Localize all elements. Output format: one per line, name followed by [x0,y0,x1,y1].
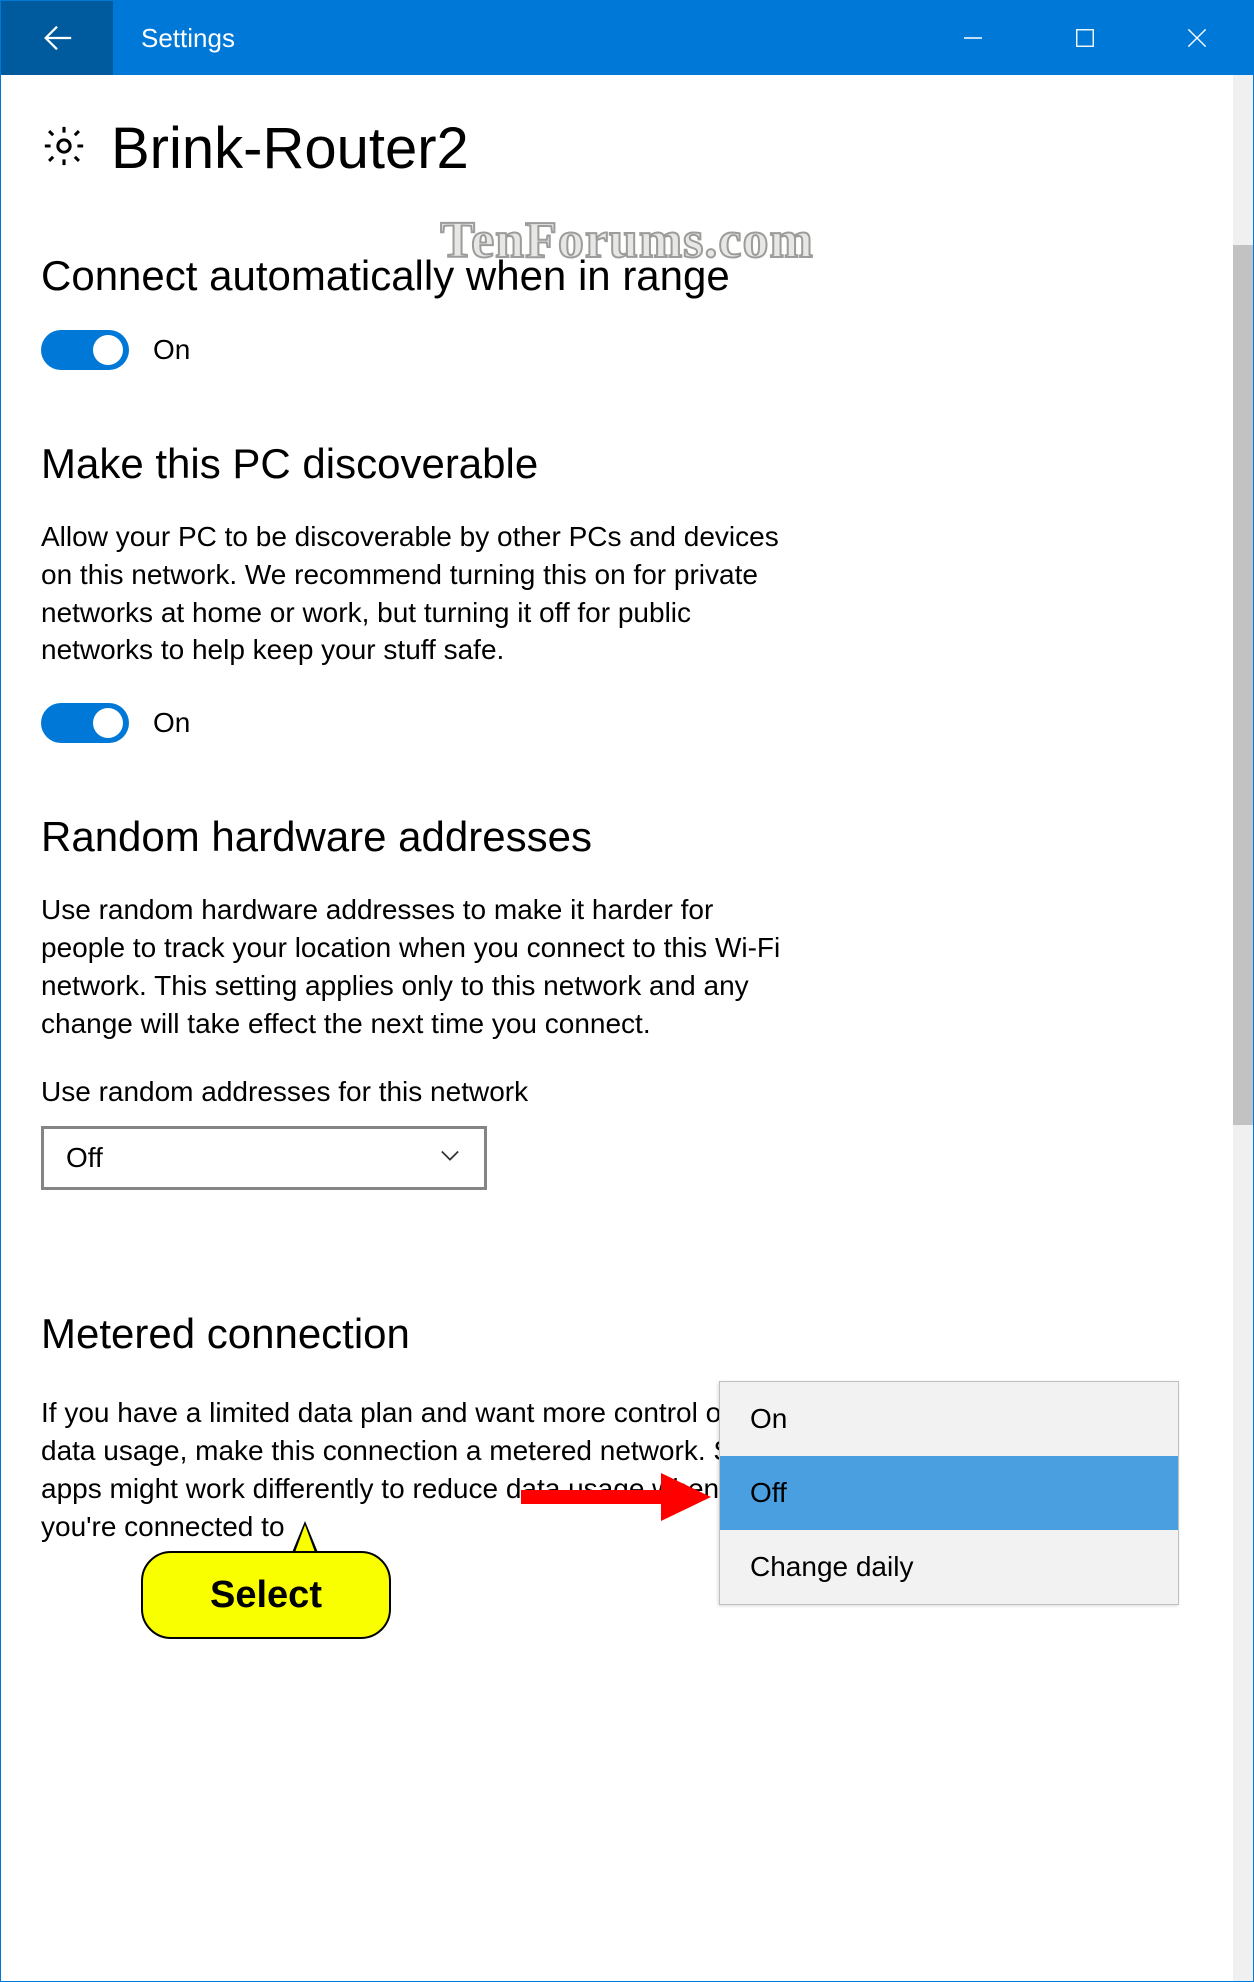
content-area: Brink-Router2 Connect automatically when… [1,75,1233,1981]
discoverable-toggle[interactable] [41,703,129,743]
window-title: Settings [113,1,917,75]
titlebar: Settings [1,1,1253,75]
section-random-hw: Random hardware addresses Use random har… [41,813,1199,1190]
random-hw-desc: Use random hardware addresses to make it… [41,891,801,1042]
connect-auto-toggle-label: On [153,334,190,366]
metered-desc: If you have a limited data plan and want… [41,1394,801,1545]
gear-icon [41,123,87,174]
close-button[interactable] [1141,1,1253,75]
section-discoverable: Make this PC discoverable Allow your PC … [41,440,1199,743]
maximize-button[interactable] [1029,1,1141,75]
scrollbar-thumb[interactable] [1233,245,1253,1125]
random-hw-dropdown[interactable]: Off [41,1126,487,1190]
menu-option-change-daily[interactable]: Change daily [720,1530,1178,1604]
settings-window: Settings Brink-Router2 Connect [0,0,1254,1982]
random-hw-dropdown-menu: On Off Change daily [719,1381,1179,1605]
page-title: Brink-Router2 [111,115,469,182]
window-controls [917,1,1253,75]
back-button[interactable] [1,1,113,75]
menu-option-on[interactable]: On [720,1382,1178,1456]
scrollbar[interactable] [1233,75,1253,1981]
connect-auto-toggle[interactable] [41,330,129,370]
discoverable-toggle-label: On [153,707,190,739]
page-header: Brink-Router2 [41,115,1199,182]
metered-heading: Metered connection [41,1310,1199,1358]
discoverable-heading: Make this PC discoverable [41,440,1199,488]
chevron-down-icon [436,1141,464,1176]
random-hw-label: Use random addresses for this network [41,1076,1199,1108]
discoverable-desc: Allow your PC to be discoverable by othe… [41,518,801,669]
section-connect-auto: Connect automatically when in range On [41,252,1199,370]
random-hw-dropdown-value: Off [66,1142,103,1174]
menu-option-off[interactable]: Off [720,1456,1178,1530]
connect-auto-heading: Connect automatically when in range [41,252,1199,300]
random-hw-heading: Random hardware addresses [41,813,1199,861]
minimize-button[interactable] [917,1,1029,75]
